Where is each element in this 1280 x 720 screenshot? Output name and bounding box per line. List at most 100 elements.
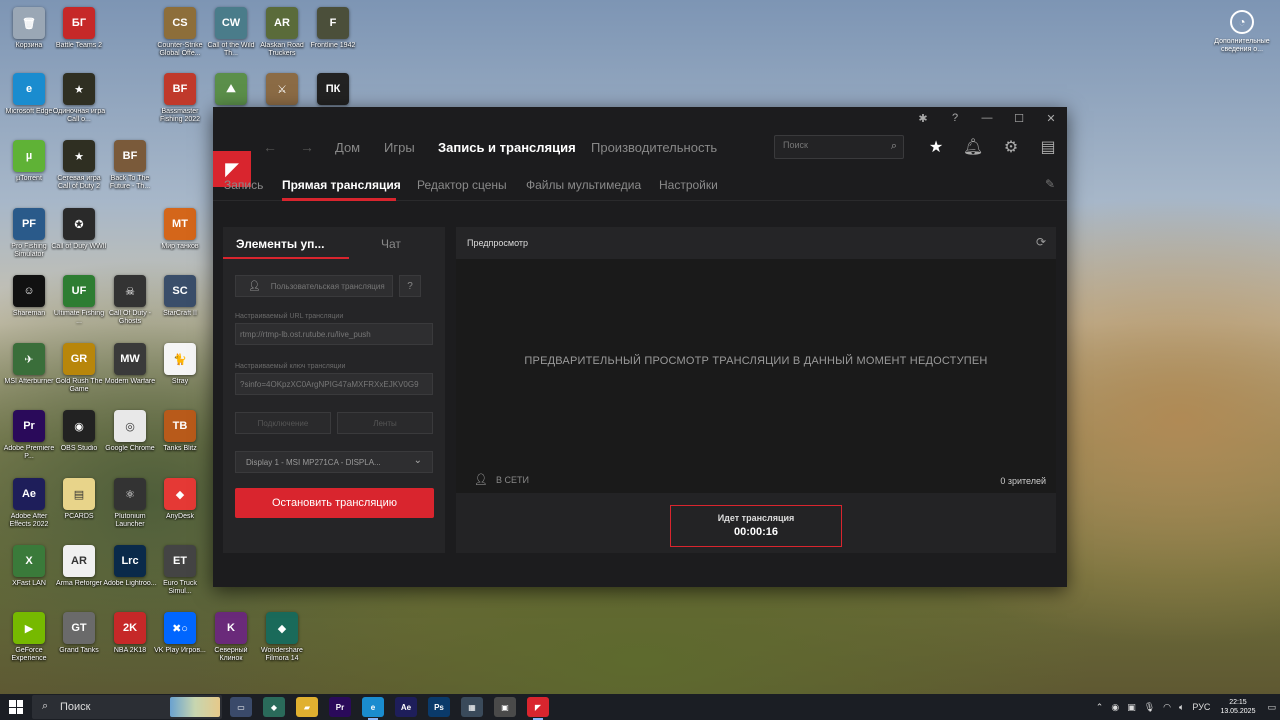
desktop-icon[interactable]: ☠ Call Of Duty - Ghosts [104, 275, 156, 341]
desktop-icon[interactable]: TB Tanks Blitz [154, 410, 206, 476]
desktop-icon[interactable]: Pr Adobe Premiere P... [3, 410, 55, 476]
desktop-icon[interactable]: K Северный Клинок [205, 612, 257, 678]
back-arrow-icon[interactable]: ← [263, 139, 277, 155]
stream-url-field[interactable]: rtmp://rtmp-lb.ost.rutube.ru/live_push [235, 323, 433, 345]
desktop-icon[interactable]: ◆ AnyDesk [154, 478, 206, 544]
taskbar-search-input[interactable] [60, 701, 160, 713]
desktop-icon[interactable]: CS Counter-Strike Global Offe... [154, 7, 206, 73]
notification-icon[interactable]: ▭ [1267, 702, 1276, 713]
tab-record-stream[interactable]: Запись и трансляция [438, 140, 576, 155]
file-explorer-icon[interactable]: ▰ [296, 697, 318, 717]
desktop-icon[interactable]: ◎ Google Chrome [104, 410, 156, 476]
stop-stream-button[interactable]: Остановить трансляцию [235, 488, 434, 518]
chevron-up-icon[interactable]: ⌃ [1096, 702, 1104, 713]
desktop-icon[interactable]: ✖○ VK Play Игров... [154, 612, 206, 678]
desktop-icon[interactable]: 🗑 Корзина [3, 7, 55, 73]
desktop-icon[interactable]: 🐈 Stray [154, 343, 206, 409]
forward-arrow-icon[interactable]: → [300, 139, 314, 155]
premiere-taskbar-icon[interactable]: Pr [329, 697, 351, 717]
subtab-scene-editor[interactable]: Редактор сцены [417, 178, 507, 192]
layout-panel-icon[interactable]: ▤ [1037, 136, 1059, 158]
display-select[interactable]: Display 1 - MSI MP271CA - DISPLA... ⌄ [235, 451, 433, 473]
subtab-record[interactable]: Запись [224, 178, 263, 192]
desktop-icon[interactable]: ▶ GeForce Experience [3, 612, 55, 678]
desktop-icon[interactable]: Ae Adobe After Effects 2022 [3, 478, 55, 544]
desktop-icon[interactable]: e Microsoft Edge [3, 73, 55, 139]
desktop-icon[interactable]: Lrc Adobe Lightroo... [103, 545, 157, 611]
amd-taskbar-icon[interactable]: ◤ [527, 697, 549, 720]
help-icon[interactable]: ? [399, 275, 421, 297]
desktop-icon[interactable]: ET Euro Truck Simul... [154, 545, 206, 611]
microphone-icon[interactable]: 🎙︎ [1144, 702, 1155, 713]
desktop-icon[interactable]: UF Ultimate Fishing ... [53, 275, 105, 341]
help-icon[interactable]: ? [942, 109, 968, 127]
pin-icon[interactable]: ✎ [1045, 177, 1055, 191]
minimize-button[interactable]: — [974, 109, 1000, 127]
clock[interactable]: 22:15 13.05.2025 [1220, 698, 1255, 716]
refresh-icon[interactable]: ⟳ [1036, 235, 1046, 249]
favorites-star-icon[interactable]: ★ [925, 136, 947, 158]
desktop-icon[interactable]: PF Pro Fishing Simulator [3, 208, 55, 274]
after-effects-taskbar-icon[interactable]: Ae [395, 697, 417, 717]
bug-report-icon[interactable]: ✱ [910, 109, 936, 127]
volume-icon[interactable]: 🔈︎ [1179, 702, 1184, 713]
calculator-taskbar-icon[interactable]: ▦ [461, 697, 483, 717]
maximize-button[interactable]: ☐ [1006, 109, 1032, 127]
desktop-icon[interactable]: X XFast LAN [3, 545, 55, 611]
connect-button[interactable]: Подключение [235, 412, 331, 434]
app-taskbar-icon[interactable]: ▣ [494, 697, 516, 717]
tab-chat[interactable]: Чат [381, 237, 401, 251]
info-notification[interactable]: ◔ Дополнительные сведения о... [1214, 10, 1270, 54]
notifications-bell-icon[interactable]: 🔔︎ [962, 136, 984, 158]
desktop-icon[interactable]: GT Grand Tanks [53, 612, 105, 678]
tab-home[interactable]: Дом [335, 140, 360, 155]
desktop-icon[interactable]: BF Bassmaster Fishing 2022 [154, 73, 206, 139]
photoshop-taskbar-icon[interactable]: Ps [428, 697, 450, 717]
desktop-icon[interactable]: BF Back To The Future - Th... [104, 140, 156, 206]
desktop-icon[interactable]: МТ Мир танков [154, 208, 206, 274]
desktop-icon[interactable]: ✈ MSI Afterburner [3, 343, 55, 409]
app-icon: 🐈 [164, 343, 196, 375]
desktop-icon[interactable]: AR Alaskan Road Truckers [256, 7, 308, 73]
desktop-icon[interactable]: ▤ PCARDS [53, 478, 105, 544]
desktop-icon[interactable]: ☺ Shareman [3, 275, 55, 341]
desktop-icon[interactable]: µ µTorrent [3, 140, 55, 206]
language-indicator[interactable]: РУС [1192, 702, 1210, 712]
desktop-icon[interactable]: ◆ Wondershare Filmora 14 [256, 612, 308, 678]
desktop-icon[interactable]: ★ Одиночная игра Call o... [53, 73, 105, 139]
settings-gear-icon[interactable]: ⚙ [1000, 136, 1022, 158]
desktop-icon[interactable]: ⚛ Plutonium Launcher [104, 478, 156, 544]
tab-controls[interactable]: Элементы уп... [236, 237, 324, 251]
desktop-icon[interactable]: ★ Сетевая игра Call of Duty 2 [53, 140, 105, 206]
taskbar-search[interactable]: ⌕ [32, 695, 222, 719]
wifi-icon[interactable]: ◠ [1163, 702, 1171, 713]
desktop-icon[interactable]: F Frontline 1942 [307, 7, 359, 73]
tab-performance[interactable]: Производительность [591, 140, 717, 155]
edge-taskbar-icon[interactable]: e [362, 697, 384, 720]
subtab-media-files[interactable]: Файлы мультимедиа [526, 178, 641, 192]
feeds-button[interactable]: Ленты [337, 412, 433, 434]
tray-app-icon[interactable]: ◉ [1111, 702, 1119, 713]
filmora-taskbar-icon[interactable]: ◆ [263, 697, 285, 717]
tab-games[interactable]: Игры [384, 140, 415, 155]
desktop-icon[interactable]: SC StarCraft II [154, 275, 206, 341]
search-input[interactable] [783, 140, 883, 150]
desktop-icon[interactable]: ✪ Call of Duty WWII [51, 208, 107, 274]
desktop-icon[interactable]: 2K NBA 2K18 [104, 612, 156, 678]
search-box[interactable]: ⌕ [774, 135, 904, 159]
task-view-icon[interactable]: ▭ [230, 697, 252, 717]
subtab-live-stream[interactable]: Прямая трансляция [282, 178, 401, 192]
desktop-icon[interactable]: БГ Battle Teams 2 [53, 7, 105, 73]
close-button[interactable]: ✕ [1038, 109, 1064, 127]
stream-key-field[interactable]: ?sinfo=4OKpzXC0ArgNPIG47aMXFRXxEJKV0G9 [235, 373, 433, 395]
account-field[interactable]: 👤︎ Пользовательская трансляция [235, 275, 393, 297]
preview-title: Предпросмотр [467, 238, 529, 248]
subtab-settings[interactable]: Настройки [659, 178, 718, 192]
desktop-icon[interactable]: GR Gold Rush The Game [53, 343, 105, 409]
desktop-icon[interactable]: CW Call of the Wild Th... [205, 7, 257, 73]
desktop-icon[interactable]: MW Modern Warfare [104, 343, 156, 409]
tray-app-icon[interactable]: ▣ [1127, 702, 1136, 713]
desktop-icon[interactable]: ◉ OBS Studio [53, 410, 105, 476]
start-button[interactable] [9, 700, 23, 714]
desktop-icon[interactable]: AR Arma Reforger [53, 545, 105, 611]
